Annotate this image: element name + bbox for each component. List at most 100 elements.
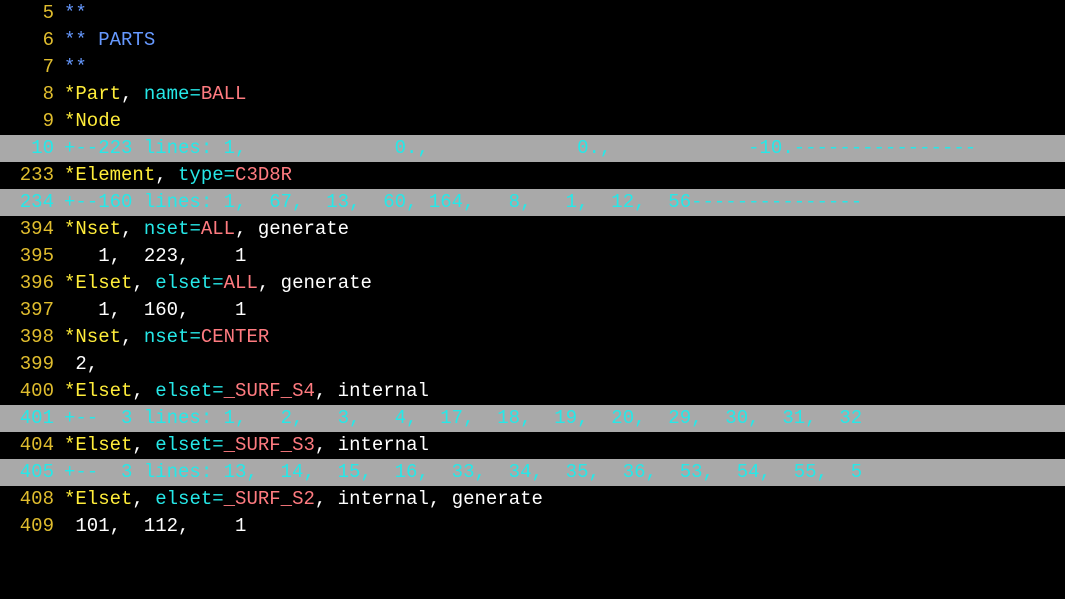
code-line: 409 101, 112, 1 <box>0 513 1065 540</box>
token: elset <box>155 380 212 402</box>
line-number: 6 <box>0 27 64 54</box>
token: , <box>121 326 144 348</box>
token: ** <box>64 2 87 24</box>
line-number: 398 <box>0 324 64 351</box>
code-line: 397 1, 160, 1 <box>0 297 1065 324</box>
token: 1, 223, 1 <box>64 245 246 267</box>
fold-line[interactable]: 405+-- 3 lines: 13, 14, 15, 16, 33, 34, … <box>0 459 1065 486</box>
token: , generate <box>258 272 372 294</box>
line-number: 400 <box>0 378 64 405</box>
line-content: *Nset, nset=CENTER <box>64 324 1065 351</box>
line-content: *Elset, elset=_SURF_S4, internal <box>64 378 1065 405</box>
token: +--223 lines: 1, 0., 0., -10.-----------… <box>64 137 976 159</box>
token: , <box>132 272 155 294</box>
token: = <box>212 434 223 456</box>
token: , <box>121 83 144 105</box>
line-number: 5 <box>0 0 64 27</box>
line-number: 396 <box>0 270 64 297</box>
line-content: +-- 3 lines: 1, 2, 3, 4, 17, 18, 19, 20,… <box>64 405 1065 432</box>
token: , <box>132 488 155 510</box>
token: ALL <box>224 272 258 294</box>
line-number: 7 <box>0 54 64 81</box>
code-line: 5** <box>0 0 1065 27</box>
fold-line[interactable]: 234+--160 lines: 1, 67, 13, 60, 164, 8, … <box>0 189 1065 216</box>
token: *Nset <box>64 326 121 348</box>
token: *Node <box>64 110 121 132</box>
token: , <box>155 164 178 186</box>
token: type <box>178 164 224 186</box>
line-content: *Node <box>64 108 1065 135</box>
token: nset <box>144 218 190 240</box>
token: 1, 160, 1 <box>64 299 246 321</box>
token: *Nset <box>64 218 121 240</box>
token: = <box>212 272 223 294</box>
token: *Elset <box>64 272 132 294</box>
code-line: 398*Nset, nset=CENTER <box>0 324 1065 351</box>
code-line: 395 1, 223, 1 <box>0 243 1065 270</box>
fold-line[interactable]: 10+--223 lines: 1, 0., 0., -10.---------… <box>0 135 1065 162</box>
token: 101, 112, 1 <box>64 515 246 537</box>
token: ** PARTS <box>64 29 155 51</box>
line-content: *Elset, elset=_SURF_S2, internal, genera… <box>64 486 1065 513</box>
line-content: ** <box>64 0 1065 27</box>
line-number: 234 <box>0 189 64 216</box>
token: , internal, generate <box>315 488 543 510</box>
code-line: 400*Elset, elset=_SURF_S4, internal <box>0 378 1065 405</box>
token: name <box>144 83 190 105</box>
line-content: 2, <box>64 351 1065 378</box>
line-content: 1, 160, 1 <box>64 297 1065 324</box>
token: ** <box>64 56 87 78</box>
code-line: 7** <box>0 54 1065 81</box>
token: *Elset <box>64 488 132 510</box>
line-number: 404 <box>0 432 64 459</box>
line-content: *Part, name=BALL <box>64 81 1065 108</box>
line-content: *Elset, elset=ALL, generate <box>64 270 1065 297</box>
token: = <box>189 326 200 348</box>
token: = <box>212 488 223 510</box>
code-editor[interactable]: 5**6** PARTS7**8*Part, name=BALL9*Node10… <box>0 0 1065 540</box>
line-content: 101, 112, 1 <box>64 513 1065 540</box>
line-number: 409 <box>0 513 64 540</box>
code-line: 394*Nset, nset=ALL, generate <box>0 216 1065 243</box>
line-number: 405 <box>0 459 64 486</box>
line-number: 399 <box>0 351 64 378</box>
token: , internal <box>315 434 429 456</box>
token: = <box>212 380 223 402</box>
token: *Elset <box>64 434 132 456</box>
token: = <box>224 164 235 186</box>
line-content: ** PARTS <box>64 27 1065 54</box>
line-number: 8 <box>0 81 64 108</box>
token: , <box>132 380 155 402</box>
token: *Elset <box>64 380 132 402</box>
token: _SURF_S2 <box>224 488 315 510</box>
token: *Element <box>64 164 155 186</box>
code-line: 399 2, <box>0 351 1065 378</box>
code-line: 404*Elset, elset=_SURF_S3, internal <box>0 432 1065 459</box>
fold-line[interactable]: 401+-- 3 lines: 1, 2, 3, 4, 17, 18, 19, … <box>0 405 1065 432</box>
line-number: 394 <box>0 216 64 243</box>
line-number: 401 <box>0 405 64 432</box>
line-content: *Nset, nset=ALL, generate <box>64 216 1065 243</box>
token: BALL <box>201 83 247 105</box>
token: +-- 3 lines: 13, 14, 15, 16, 33, 34, 35,… <box>64 461 862 483</box>
token: +-- 3 lines: 1, 2, 3, 4, 17, 18, 19, 20,… <box>64 407 862 429</box>
line-content: +-- 3 lines: 13, 14, 15, 16, 33, 34, 35,… <box>64 459 1065 486</box>
line-number: 395 <box>0 243 64 270</box>
token: 2, <box>64 353 98 375</box>
token: nset <box>144 326 190 348</box>
line-content: +--223 lines: 1, 0., 0., -10.-----------… <box>64 135 1065 162</box>
code-line: 396*Elset, elset=ALL, generate <box>0 270 1065 297</box>
token: = <box>189 83 200 105</box>
token: , internal <box>315 380 429 402</box>
code-line: 233*Element, type=C3D8R <box>0 162 1065 189</box>
token: CENTER <box>201 326 269 348</box>
line-number: 233 <box>0 162 64 189</box>
code-line: 6** PARTS <box>0 27 1065 54</box>
token: _SURF_S4 <box>224 380 315 402</box>
code-line: 408*Elset, elset=_SURF_S2, internal, gen… <box>0 486 1065 513</box>
token: , <box>121 218 144 240</box>
token: elset <box>155 272 212 294</box>
token: _SURF_S3 <box>224 434 315 456</box>
token: ALL <box>201 218 235 240</box>
token: C3D8R <box>235 164 292 186</box>
